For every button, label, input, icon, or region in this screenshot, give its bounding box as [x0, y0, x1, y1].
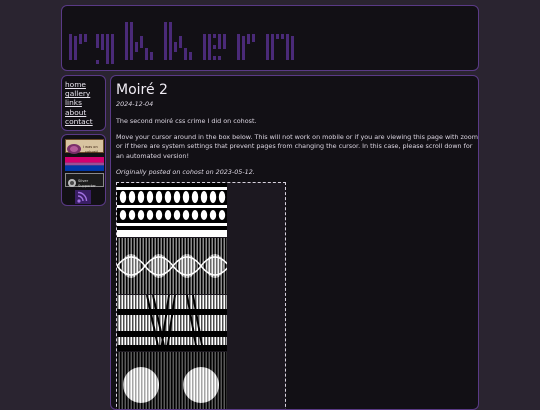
main-content: Moiré 2 2024-12-04 The second moiré css … [110, 75, 479, 410]
cohost-icon: i was on cohost! [67, 144, 98, 154]
moire-panel-1 [117, 183, 227, 237]
moire-panel-2 [116, 238, 230, 294]
bi-pride-flag-badge[interactable] [65, 156, 104, 171]
nav-link-links[interactable]: links [65, 98, 105, 107]
rss-icon [75, 190, 91, 204]
i-was-on-cohost-badge[interactable]: i was on cohost! [65, 139, 104, 154]
nav-link-about[interactable]: about [65, 108, 105, 117]
silver-supporter-icon: Silver Supporter [68, 179, 96, 188]
moire-panel-4 [117, 352, 227, 409]
nav-link-contact[interactable]: contact [65, 117, 105, 126]
post-date: 2024-12-04 [116, 100, 154, 108]
intro-paragraph: The second moiré css crime I did on coho… [116, 117, 257, 125]
svg-text:cohost!: cohost! [85, 150, 98, 154]
moire-panel-3 [117, 294, 227, 352]
origin-note: Originally posted on cohost on 2023-05-1… [116, 168, 255, 176]
bi-flag-icon [65, 157, 104, 171]
instructions-paragraph: Move your cursor around in the box below… [116, 133, 478, 160]
moire-pattern [116, 183, 230, 409]
moire-interactive-box[interactable] [116, 182, 286, 409]
sidebar-nav: home gallery links about contact [61, 75, 106, 131]
svg-text:i was on: i was on [83, 145, 98, 149]
silver-supporter-badge[interactable]: Silver Supporter [65, 173, 104, 188]
svg-text:Supporter: Supporter [78, 184, 96, 188]
nav-link-gallery[interactable]: gallery [65, 89, 105, 98]
rss-feed-badge[interactable] [75, 189, 91, 204]
nav-link-home[interactable]: home [65, 80, 105, 89]
page-title: Moiré 2 [116, 82, 168, 98]
svg-text:Silver: Silver [78, 179, 89, 183]
badge-panel: i was on cohost! Silver Supporter [61, 134, 106, 206]
site-logo[interactable] [67, 20, 312, 64]
site-header [61, 5, 479, 71]
